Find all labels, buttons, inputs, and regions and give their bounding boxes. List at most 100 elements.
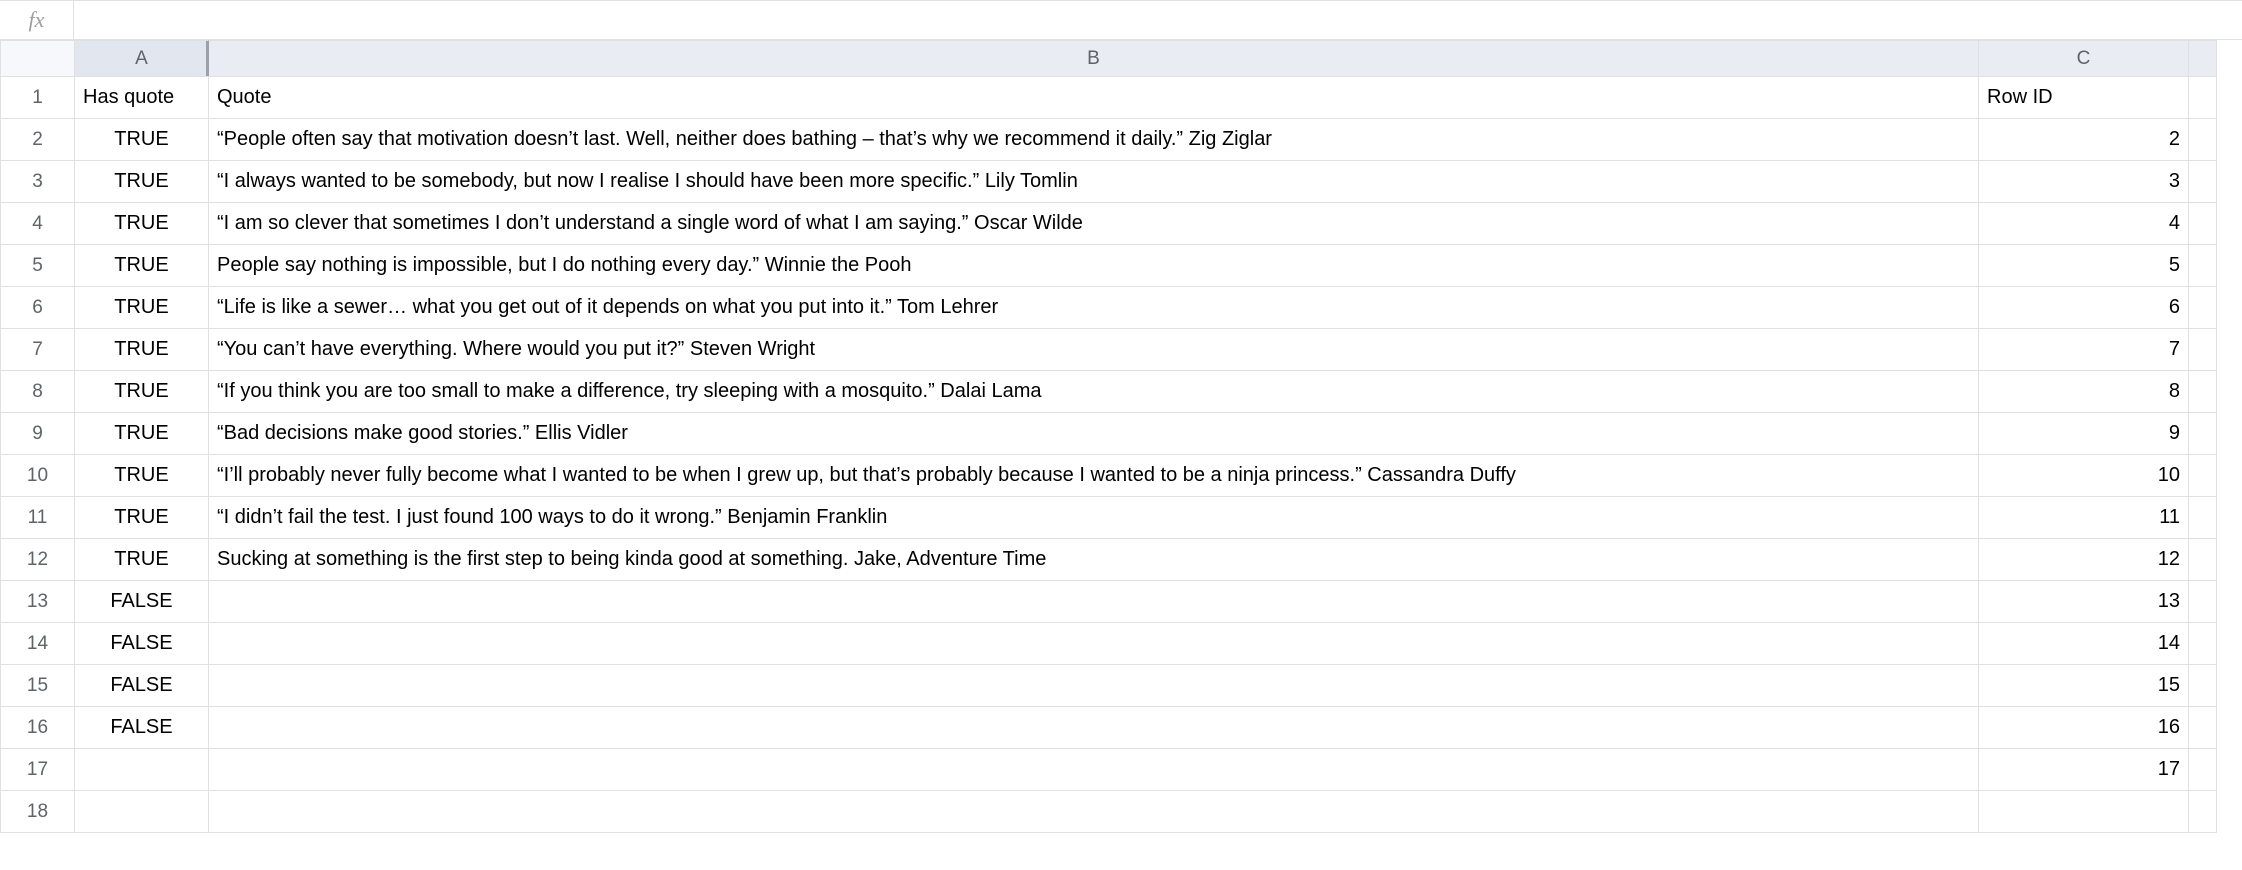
cell-B[interactable]	[209, 749, 1979, 791]
row-header[interactable]: 16	[1, 707, 75, 749]
cell-D[interactable]	[2189, 413, 2217, 455]
table-row: 1Has quoteQuoteRow ID	[1, 77, 2217, 119]
cell-C[interactable]: 10	[1979, 455, 2189, 497]
cell-C[interactable]: 12	[1979, 539, 2189, 581]
row-header[interactable]: 2	[1, 119, 75, 161]
cell-C[interactable]	[1979, 791, 2189, 833]
cell-A[interactable]: TRUE	[75, 539, 209, 581]
cell-D[interactable]	[2189, 749, 2217, 791]
cell-D[interactable]	[2189, 245, 2217, 287]
cell-B[interactable]: “You can’t have everything. Where would …	[209, 329, 1979, 371]
cell-B[interactable]	[209, 581, 1979, 623]
cell-D[interactable]	[2189, 77, 2217, 119]
cell-B[interactable]: “I didn’t fail the test. I just found 10…	[209, 497, 1979, 539]
row-header[interactable]: 5	[1, 245, 75, 287]
row-header[interactable]: 4	[1, 203, 75, 245]
cell-B[interactable]: Quote	[209, 77, 1979, 119]
cell-C[interactable]: Row ID	[1979, 77, 2189, 119]
cell-B[interactable]	[209, 791, 1979, 833]
row-header[interactable]: 1	[1, 77, 75, 119]
cell-C[interactable]: 14	[1979, 623, 2189, 665]
cell-A[interactable]	[75, 791, 209, 833]
cell-A[interactable]: TRUE	[75, 413, 209, 455]
cell-A[interactable]: TRUE	[75, 371, 209, 413]
row-header[interactable]: 9	[1, 413, 75, 455]
cell-A[interactable]: TRUE	[75, 455, 209, 497]
cell-D[interactable]	[2189, 203, 2217, 245]
cell-D[interactable]	[2189, 161, 2217, 203]
cell-D[interactable]	[2189, 455, 2217, 497]
cell-D[interactable]	[2189, 539, 2217, 581]
cell-A[interactable]: TRUE	[75, 245, 209, 287]
cell-A[interactable]: TRUE	[75, 161, 209, 203]
cell-D[interactable]	[2189, 329, 2217, 371]
cell-C[interactable]: 11	[1979, 497, 2189, 539]
cell-A[interactable]: TRUE	[75, 287, 209, 329]
cell-C[interactable]: 13	[1979, 581, 2189, 623]
cell-C[interactable]: 8	[1979, 371, 2189, 413]
cell-D[interactable]	[2189, 791, 2217, 833]
cell-A[interactable]: FALSE	[75, 707, 209, 749]
cell-A[interactable]: FALSE	[75, 665, 209, 707]
row-header[interactable]: 15	[1, 665, 75, 707]
cell-B[interactable]: People say nothing is impossible, but I …	[209, 245, 1979, 287]
cell-D[interactable]	[2189, 623, 2217, 665]
row-header[interactable]: 6	[1, 287, 75, 329]
cell-C[interactable]: 5	[1979, 245, 2189, 287]
cell-C[interactable]: 17	[1979, 749, 2189, 791]
cell-B[interactable]: “People often say that motivation doesn’…	[209, 119, 1979, 161]
row-header[interactable]: 12	[1, 539, 75, 581]
column-header-A[interactable]: A	[75, 41, 209, 77]
cell-D[interactable]	[2189, 707, 2217, 749]
cell-C[interactable]: 7	[1979, 329, 2189, 371]
cell-C[interactable]: 16	[1979, 707, 2189, 749]
cell-C[interactable]: 15	[1979, 665, 2189, 707]
cell-B[interactable]: Sucking at something is the first step t…	[209, 539, 1979, 581]
column-header-B[interactable]: B	[209, 41, 1979, 77]
cell-C[interactable]: 9	[1979, 413, 2189, 455]
cell-D[interactable]	[2189, 497, 2217, 539]
row-header[interactable]: 11	[1, 497, 75, 539]
cell-A[interactable]: TRUE	[75, 119, 209, 161]
cell-A[interactable]: FALSE	[75, 581, 209, 623]
row-header[interactable]: 14	[1, 623, 75, 665]
column-header-C[interactable]: C	[1979, 41, 2189, 77]
row-header[interactable]: 10	[1, 455, 75, 497]
cell-A[interactable]	[75, 749, 209, 791]
row-header[interactable]: 8	[1, 371, 75, 413]
row-header[interactable]: 13	[1, 581, 75, 623]
select-all-corner[interactable]	[1, 41, 75, 77]
cell-B[interactable]: “I’ll probably never fully become what I…	[209, 455, 1979, 497]
cell-C[interactable]: 4	[1979, 203, 2189, 245]
cell-B[interactable]: “If you think you are too small to make …	[209, 371, 1979, 413]
row-header[interactable]: 3	[1, 161, 75, 203]
cell-A[interactable]: TRUE	[75, 329, 209, 371]
cell-B[interactable]	[209, 623, 1979, 665]
row-header[interactable]: 17	[1, 749, 75, 791]
cell-B[interactable]	[209, 707, 1979, 749]
column-header-row: A B C	[1, 41, 2217, 77]
cell-C[interactable]: 6	[1979, 287, 2189, 329]
cell-A[interactable]: FALSE	[75, 623, 209, 665]
grid-scroll-area[interactable]: A B C 1Has quoteQuoteRow ID2TRUE “People…	[0, 40, 2242, 870]
cell-B[interactable]: “I always wanted to be somebody, but now…	[209, 161, 1979, 203]
row-header[interactable]: 7	[1, 329, 75, 371]
cell-B[interactable]	[209, 665, 1979, 707]
cell-D[interactable]	[2189, 371, 2217, 413]
column-header-D[interactable]	[2189, 41, 2217, 77]
cell-A[interactable]: TRUE	[75, 497, 209, 539]
cell-A[interactable]: Has quote	[75, 77, 209, 119]
cell-D[interactable]	[2189, 581, 2217, 623]
cell-B[interactable]: “Bad decisions make good stories.” Ellis…	[209, 413, 1979, 455]
table-row: 10TRUE“I’ll probably never fully become …	[1, 455, 2217, 497]
cell-B[interactable]: “Life is like a sewer… what you get out …	[209, 287, 1979, 329]
cell-A[interactable]: TRUE	[75, 203, 209, 245]
cell-B[interactable]: “I am so clever that sometimes I don’t u…	[209, 203, 1979, 245]
formula-input[interactable]	[74, 1, 2242, 39]
cell-D[interactable]	[2189, 287, 2217, 329]
cell-D[interactable]	[2189, 119, 2217, 161]
cell-C[interactable]: 2	[1979, 119, 2189, 161]
cell-D[interactable]	[2189, 665, 2217, 707]
cell-C[interactable]: 3	[1979, 161, 2189, 203]
row-header[interactable]: 18	[1, 791, 75, 833]
